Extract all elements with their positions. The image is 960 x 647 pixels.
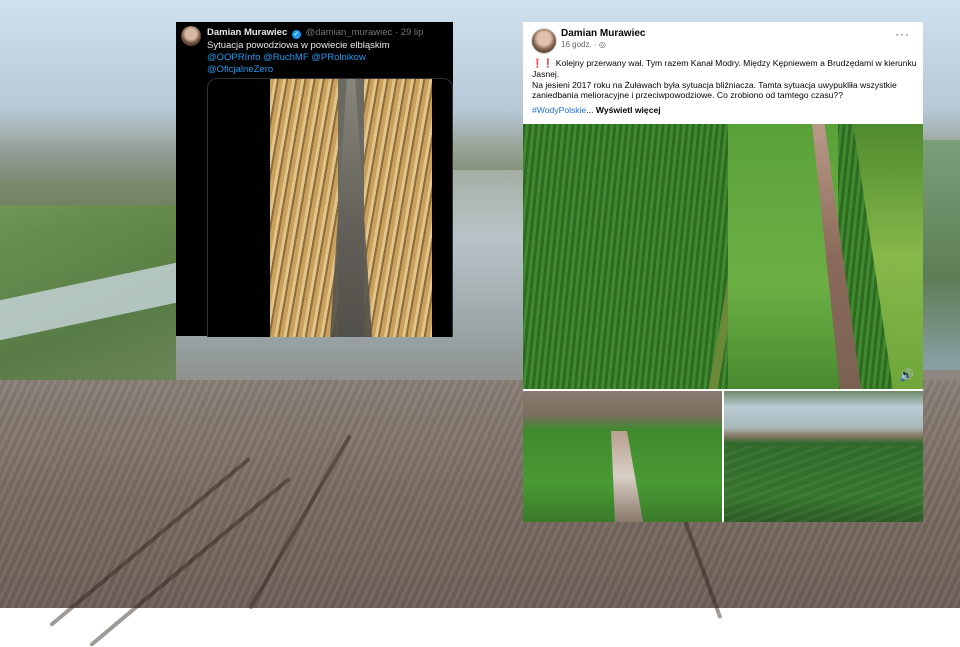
globe-icon: ◎ <box>598 40 606 49</box>
tweet-avatar[interactable] <box>181 26 201 46</box>
tweet-body: Sytuacja powodziowa w powiecie elbląskim <box>207 40 390 51</box>
facebook-avatar[interactable] <box>531 28 557 54</box>
tweet-text: Sytuacja powodziowa w powiecie elbląskim… <box>207 40 447 76</box>
tweet-handle[interactable]: @damian_murawiec <box>306 27 393 38</box>
facebook-video-main[interactable] <box>523 124 923 389</box>
verified-badge-icon: ✓ <box>291 30 301 39</box>
tweet-time[interactable]: · 29 lip <box>395 27 424 38</box>
facebook-ellipsis: ... <box>586 105 594 116</box>
tweet-video-wheat-field[interactable] <box>270 79 432 337</box>
tweet-media[interactable] <box>207 78 453 337</box>
tweet-card: Damian Murawiec ✓ @damian_murawiec · 29 … <box>176 22 453 337</box>
facebook-image-flooded-field[interactable] <box>724 391 923 522</box>
facebook-text-line2: Na jesieni 2017 roku na Żuławach była sy… <box>532 79 897 101</box>
more-options-icon[interactable]: ··· <box>895 27 910 41</box>
background-horizon <box>0 140 176 180</box>
tweet-mentions[interactable]: @OficjalneZero <box>207 64 447 76</box>
volume-icon[interactable]: 🔊 <box>899 368 914 382</box>
tweet-header: Damian Murawiec ✓ @damian_murawiec · 29 … <box>207 27 423 39</box>
facebook-hashtag[interactable]: #WodyPolskie <box>532 105 586 115</box>
facebook-post-card: Damian Murawiec 16 godz. · ◎ ··· ❗❗ Kole… <box>523 22 923 522</box>
image-field-strip <box>853 124 923 389</box>
facebook-post-time[interactable]: 16 godz. · ◎ <box>561 40 606 49</box>
facebook-post-text: ❗❗ Kolejny przerwany wał. Tym razem Kana… <box>532 58 917 116</box>
facebook-text-line1: Kolejny przerwany wał. Tym razem Kanał M… <box>532 58 917 79</box>
tweet-mentions[interactable]: @OOPRInfo @RuchMF @PRolnikow <box>207 52 447 64</box>
facebook-author-name[interactable]: Damian Murawiec <box>561 28 645 39</box>
tweet-author-name[interactable]: Damian Murawiec <box>207 27 287 38</box>
background-field-right <box>920 140 960 370</box>
facebook-image-breach[interactable] <box>523 391 722 522</box>
exclamation-icon: ❗❗ <box>532 58 554 68</box>
see-more-link[interactable]: Wyświetl więcej <box>596 105 661 115</box>
facebook-time-label: 16 godz. · <box>561 40 597 49</box>
